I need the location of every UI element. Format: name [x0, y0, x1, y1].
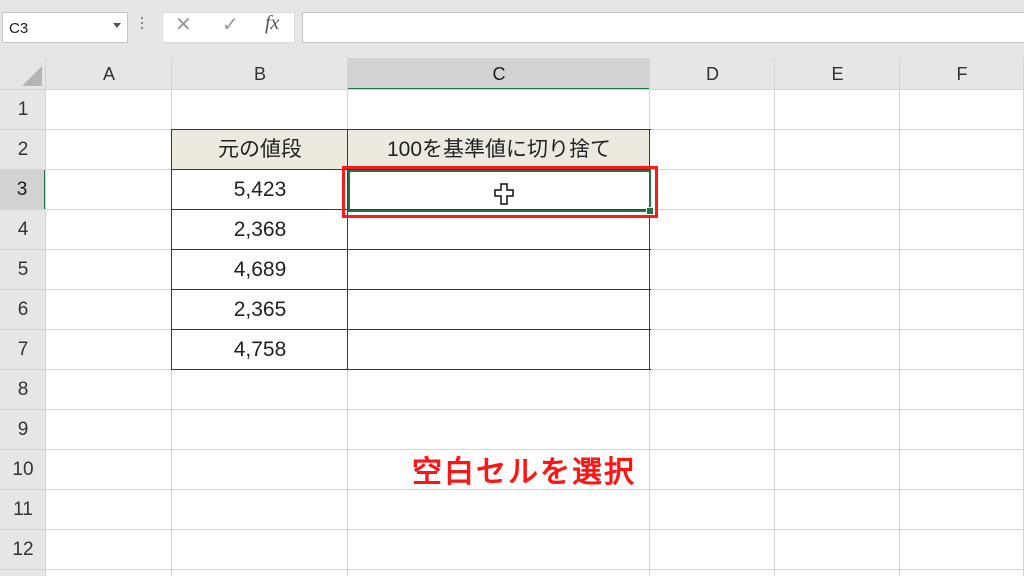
cell-b3[interactable]: 5,423 [172, 170, 348, 210]
enter-icon[interactable]: ✓ [222, 12, 239, 37]
column-header-d[interactable]: D [650, 58, 775, 90]
cell-b7[interactable]: 4,758 [172, 330, 348, 370]
table-border-horizontal [172, 369, 651, 370]
name-box[interactable]: C3 [2, 12, 128, 43]
cell-b6[interactable]: 2,365 [172, 290, 348, 330]
row-header-1[interactable]: 1 [0, 90, 46, 130]
name-box-value: C3 [9, 20, 29, 37]
insert-function-icon[interactable]: fx [265, 12, 279, 35]
gridline-vertical [774, 58, 775, 576]
select-all-button[interactable] [0, 58, 46, 90]
gridline-vertical [45, 58, 46, 576]
cell-c5[interactable] [348, 250, 650, 290]
worksheet-grid: ABCDEF 1 2 3 4 5 6 7 8 9 10 11 12 元の値段 100を基準値に切り捨て 5… [0, 58, 1024, 576]
row-header-3[interactable]: 3 [0, 170, 46, 210]
table-border-horizontal [172, 129, 651, 130]
chevron-down-icon[interactable] [113, 23, 121, 28]
cell-cursor-icon [494, 183, 514, 205]
formula-bar: C3 ✕ ✓ fx [0, 0, 1024, 58]
gridline-vertical [899, 58, 900, 576]
table-border-horizontal [172, 249, 651, 250]
gridline-horizontal [0, 569, 1024, 570]
gridline-horizontal [0, 89, 1024, 90]
gridline-horizontal [0, 529, 1024, 530]
column-headers: ABCDEF [46, 58, 1024, 90]
drag-handle-icon[interactable] [141, 17, 144, 37]
formula-input[interactable] [302, 12, 1024, 43]
row-header-4[interactable]: 4 [0, 210, 46, 250]
row-header-11[interactable]: 11 [0, 490, 46, 530]
table-border-horizontal [172, 329, 651, 330]
cell-c2[interactable]: 100を基準値に切り捨て [348, 130, 650, 170]
row-header-10[interactable]: 10 [0, 450, 46, 490]
row-header-6[interactable]: 6 [0, 290, 46, 330]
annotation-caption: 空白セルを選択 [412, 455, 636, 490]
row-header-8[interactable]: 8 [0, 370, 46, 410]
table-border-vertical [171, 129, 172, 370]
cell-b4[interactable]: 2,368 [172, 210, 348, 250]
row-header-7[interactable]: 7 [0, 330, 46, 370]
table-border-horizontal [172, 289, 651, 290]
cell-c6[interactable] [348, 290, 650, 330]
cancel-icon[interactable]: ✕ [175, 12, 192, 37]
row-header-2[interactable]: 2 [0, 130, 46, 170]
row-header-12[interactable]: 12 [0, 530, 46, 570]
cell-b5[interactable]: 4,689 [172, 250, 348, 290]
gridline-horizontal [0, 409, 1024, 410]
select-all-icon [22, 66, 42, 86]
column-header-b[interactable]: B [172, 58, 348, 90]
row-header-9[interactable]: 9 [0, 410, 46, 450]
column-header-c[interactable]: C [348, 58, 650, 90]
row-header-5[interactable]: 5 [0, 250, 46, 290]
cell-c7[interactable] [348, 330, 650, 370]
cell-b2[interactable]: 元の値段 [172, 130, 348, 170]
column-header-a[interactable]: A [46, 58, 172, 90]
column-header-f[interactable]: F [900, 58, 1024, 90]
row-headers: 1 2 3 4 5 6 7 8 9 10 11 12 [0, 90, 46, 576]
column-header-e[interactable]: E [775, 58, 900, 90]
